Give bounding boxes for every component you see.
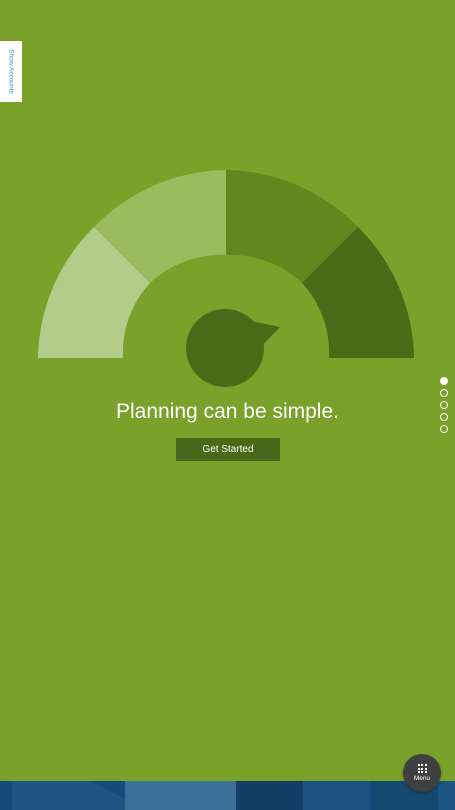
page-indicator <box>440 377 448 437</box>
page-dot-1[interactable] <box>440 377 448 385</box>
page-dot-2[interactable] <box>440 389 448 397</box>
gauge-needle-icon <box>186 309 280 387</box>
gauge-illustration <box>38 170 414 387</box>
menu-button[interactable]: Menu <box>403 754 441 792</box>
page-dot-5[interactable] <box>440 425 448 433</box>
menu-label: Menu <box>413 775 431 782</box>
page-headline: Planning can be simple. <box>116 400 339 423</box>
get-started-button[interactable]: Get Started <box>176 438 280 461</box>
footer-band <box>0 781 455 810</box>
page-dot-4[interactable] <box>440 413 448 421</box>
grid-icon <box>417 764 427 773</box>
page-dot-3[interactable] <box>440 401 448 409</box>
